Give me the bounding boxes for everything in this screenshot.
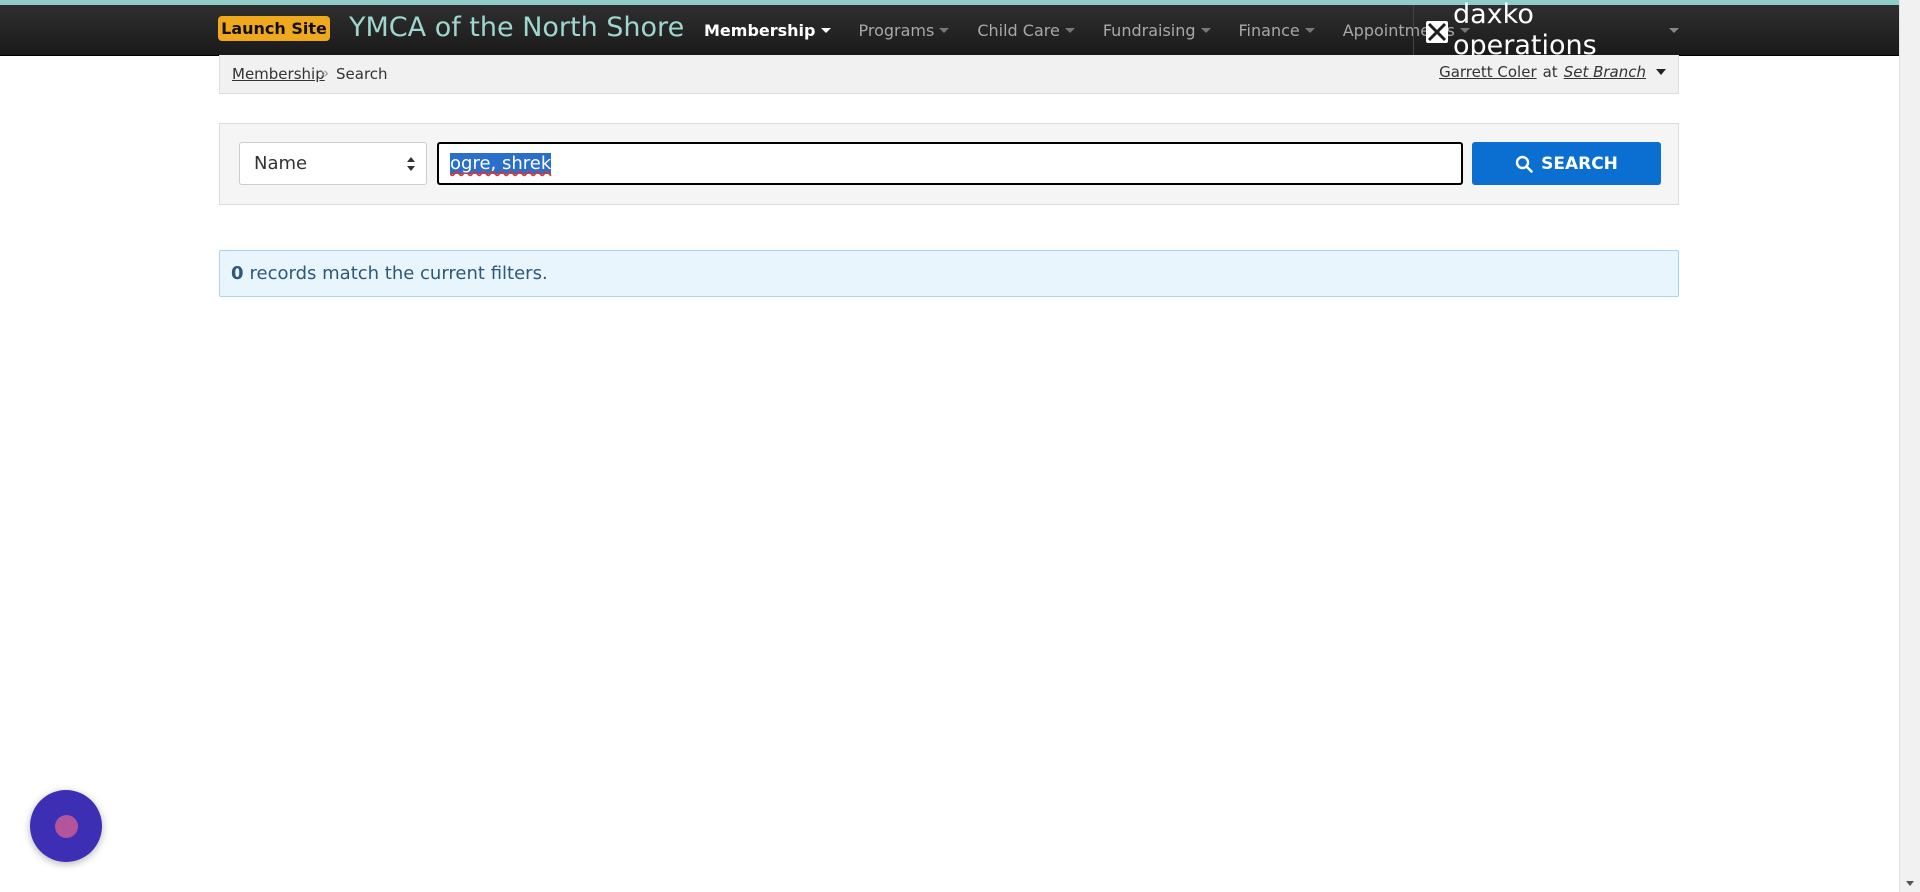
nav-item-programs[interactable]: Programs <box>845 5 964 55</box>
branch-caret-down-icon[interactable] <box>1656 69 1666 75</box>
caret-down-icon <box>1304 27 1315 33</box>
search-input-value: ogre, shrek <box>450 153 552 174</box>
breadcrumb-separator: » <box>320 64 330 82</box>
nav-item-label: Fundraising <box>1102 20 1196 40</box>
chat-launcher-button[interactable] <box>30 790 102 862</box>
launch-site-button[interactable]: Launch Site <box>218 16 330 41</box>
results-info-alert: 0 records match the current filters. <box>219 250 1679 297</box>
nav-item-label: Membership <box>704 20 816 40</box>
nav-item-label: Child Care <box>977 20 1060 40</box>
scroll-down-arrow-icon[interactable] <box>1906 881 1914 886</box>
breadcrumb-current: Search <box>336 65 388 83</box>
nav-item-membership[interactable]: Membership <box>690 5 845 55</box>
caret-down-icon <box>1669 27 1679 33</box>
nav-item-child-care[interactable]: Child Care <box>963 5 1089 55</box>
caret-down-icon <box>939 27 950 33</box>
caret-down-icon <box>820 27 831 33</box>
results-count: 0 <box>231 263 244 284</box>
search-icon <box>1515 155 1533 173</box>
search-input[interactable]: ogre, shrek <box>437 142 1463 185</box>
user-branch-area: Garrett Coler at Set Branch <box>1439 63 1666 81</box>
search-button-label: SEARCH <box>1541 153 1618 174</box>
search-field-select[interactable]: Name <box>239 142 427 185</box>
select-arrows-icon <box>407 157 415 171</box>
search-panel: Name ogre, shrek SEARCH <box>219 123 1679 205</box>
caret-down-icon <box>1200 27 1211 33</box>
results-message: records match the current filters. <box>249 263 548 284</box>
daxko-logo-icon <box>1426 19 1448 43</box>
page-scrollbar[interactable] <box>1899 0 1920 892</box>
breadcrumb-membership-link[interactable]: Membership <box>232 65 325 83</box>
breadcrumb: Membership » Search Garrett Coler at Set… <box>219 55 1679 94</box>
top-navbar: Launch Site YMCA of the North Shore Memb… <box>0 0 1899 61</box>
nav-item-label: Programs <box>858 20 935 40</box>
nav-item-finance[interactable]: Finance <box>1225 5 1329 55</box>
caret-down-icon <box>1064 27 1075 33</box>
chat-icon <box>55 815 78 838</box>
nav-item-fundraising[interactable]: Fundraising <box>1089 5 1225 55</box>
user-at-text: at <box>1542 63 1558 81</box>
nav-item-label: Finance <box>1238 20 1300 40</box>
brand-name: daxko operations <box>1453 0 1597 61</box>
set-branch-link[interactable]: Set Branch <box>1564 63 1646 81</box>
main-nav: Membership Programs Child Care Fundraisi… <box>690 5 1484 55</box>
search-button[interactable]: SEARCH <box>1472 142 1661 185</box>
site-title: YMCA of the North Shore <box>349 12 685 43</box>
brand-menu[interactable]: daxko operations <box>1413 0 1679 61</box>
search-field-select-value: Name <box>254 153 308 174</box>
user-name-link[interactable]: Garrett Coler <box>1439 63 1537 81</box>
